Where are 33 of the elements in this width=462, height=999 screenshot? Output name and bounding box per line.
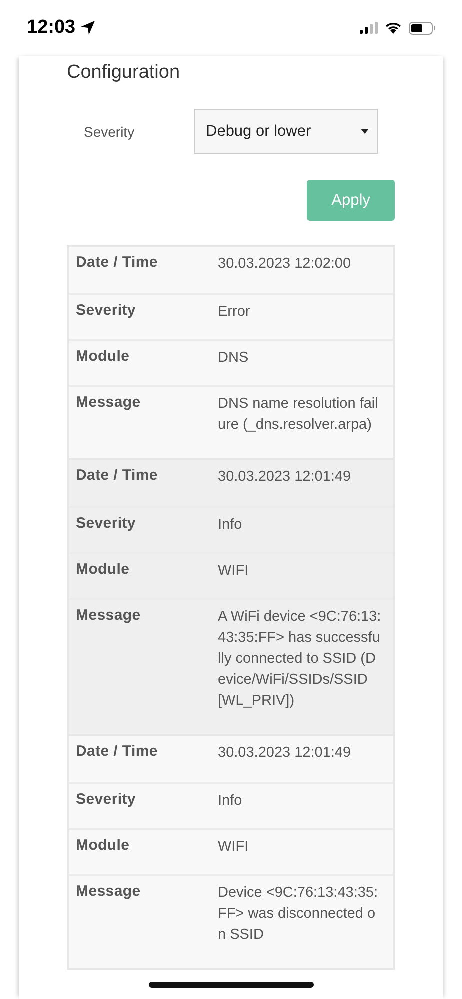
field-label: Severity xyxy=(76,302,137,321)
caret-icon xyxy=(361,129,369,134)
field-label: Severity xyxy=(76,791,137,810)
field-value: Device <9C:76:13:43:35:FF> was disconnected on SSID xyxy=(218,884,380,945)
field-label: Severity xyxy=(76,515,137,534)
severity-label: Severity xyxy=(83,124,136,140)
field-label: Message xyxy=(76,883,142,902)
field-label: Module xyxy=(76,561,131,580)
field-label: Date / Time xyxy=(76,467,159,486)
field-value: DNS name resolution failure (_dns.resolver.arpa) xyxy=(218,395,380,435)
configuration-title: Configuration xyxy=(67,61,182,85)
status-time: 12:03 xyxy=(27,17,76,39)
field-value: Info xyxy=(218,792,244,811)
battery-icon xyxy=(409,22,436,34)
field-value: DNS xyxy=(218,349,250,368)
field-value: 30.03.2023 12:02:00 xyxy=(218,255,352,274)
field-value: A WiFi device <9C:76:13:43:35:FF> has successfully connected to SSID (Device/WiFi/SSIDs/SSID[WL_PRIV]) xyxy=(218,608,382,711)
severity-select[interactable]: Debug or lower xyxy=(194,109,378,154)
field-label: Module xyxy=(76,348,131,367)
field-label: Date / Time xyxy=(76,254,159,273)
field-value: WIFI xyxy=(218,562,250,581)
signal-icon xyxy=(360,22,378,34)
field-label: Message xyxy=(76,607,142,626)
field-value: 30.03.2023 12:01:49 xyxy=(218,468,352,487)
field-label: Module xyxy=(76,837,131,856)
field-value: 30.03.2023 12:01:49 xyxy=(218,744,352,763)
field-label: Date / Time xyxy=(76,743,159,762)
wifi-icon xyxy=(385,22,402,34)
field-value: Error xyxy=(218,303,252,322)
field-value: Info xyxy=(218,516,244,535)
field-value: WIFI xyxy=(218,838,250,857)
location-arrow-icon xyxy=(80,20,96,36)
field-label: Message xyxy=(76,394,142,413)
